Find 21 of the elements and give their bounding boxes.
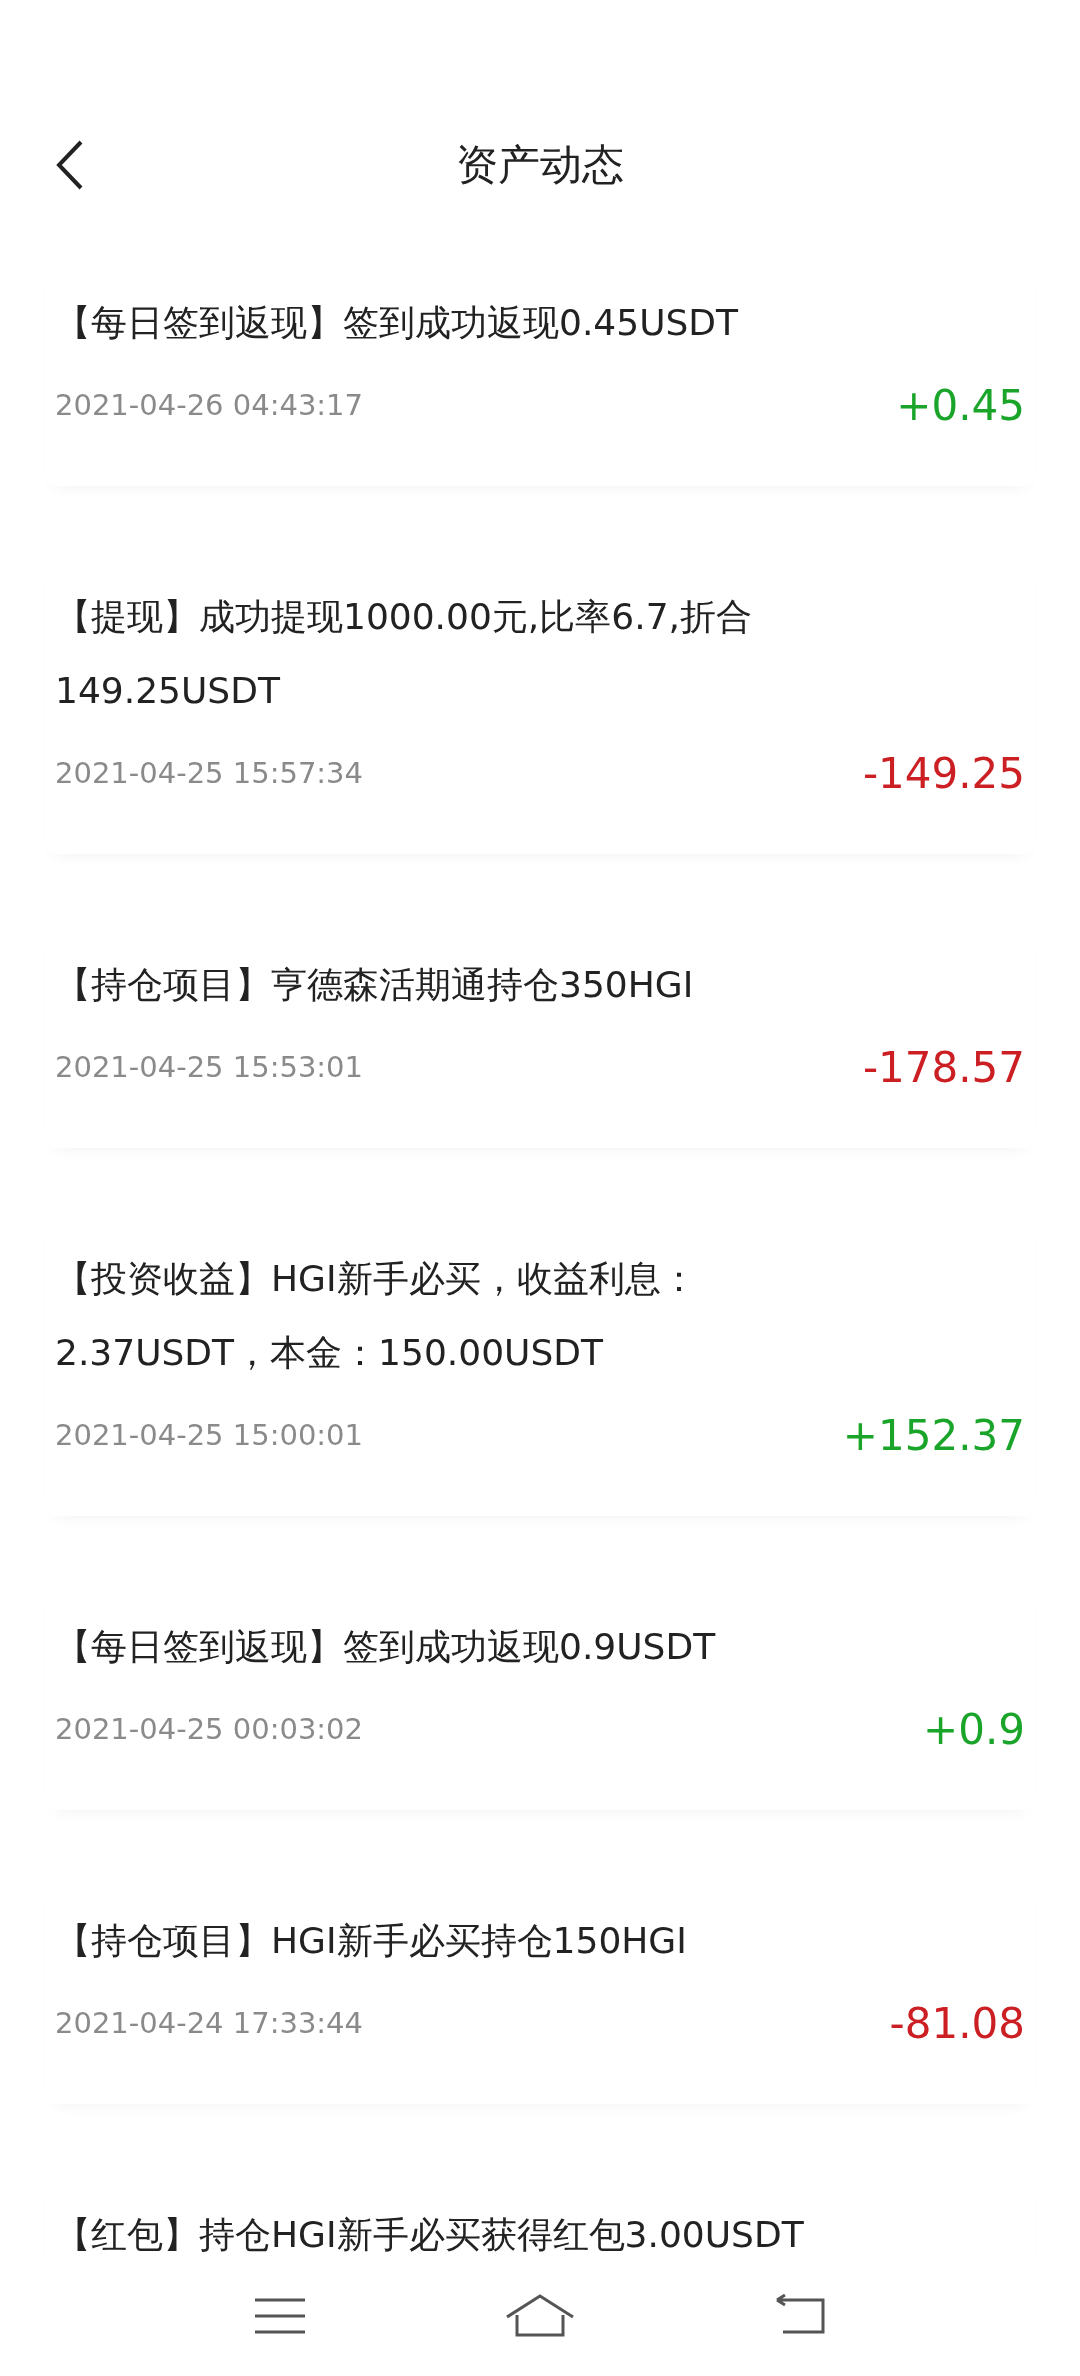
record-description: 【持仓项目】亨德森活期通持仓350HGI (55, 963, 695, 1007)
page-title: 资产动态 (456, 139, 624, 191)
record-description: 【提现】成功提现1000.00元,比率6.7,折合149.25USDT (55, 595, 753, 713)
record-time: 2021-04-24 17:33:44 (55, 2006, 363, 2040)
record-amount: +0.45 (896, 380, 1025, 430)
record-amount: -81.08 (889, 1998, 1025, 2048)
record-description: 【持仓项目】HGI新手必买持仓150HGI (55, 1919, 688, 1963)
record-time: 2021-04-25 15:00:01 (55, 1418, 363, 1452)
record-time: 2021-04-25 15:57:34 (55, 756, 363, 790)
record-description: 【每日签到返现】签到成功返现0.9USDT (55, 1625, 717, 1669)
record-time: 2021-04-25 15:53:01 (55, 1050, 363, 1084)
record-amount: +152.37 (842, 1410, 1025, 1460)
record-amount: -178.57 (862, 1042, 1025, 1092)
record-time: 2021-04-25 00:03:02 (55, 1712, 363, 1746)
record-time: 2021-04-26 04:43:17 (55, 388, 363, 422)
back-icon[interactable] (55, 139, 85, 191)
record-description: 【每日签到返现】签到成功返现0.45USDT (55, 301, 740, 345)
record-amount: +0.9 (923, 1704, 1025, 1754)
record-amount: -149.25 (862, 748, 1025, 798)
record-description: 【红包】持仓HGI新手必买获得红包3.00USDT (55, 2213, 805, 2256)
record-description: 【投资收益】HGI新手必买，收益利息：2.37USDT，本金：150.00USDT (55, 1257, 698, 1375)
